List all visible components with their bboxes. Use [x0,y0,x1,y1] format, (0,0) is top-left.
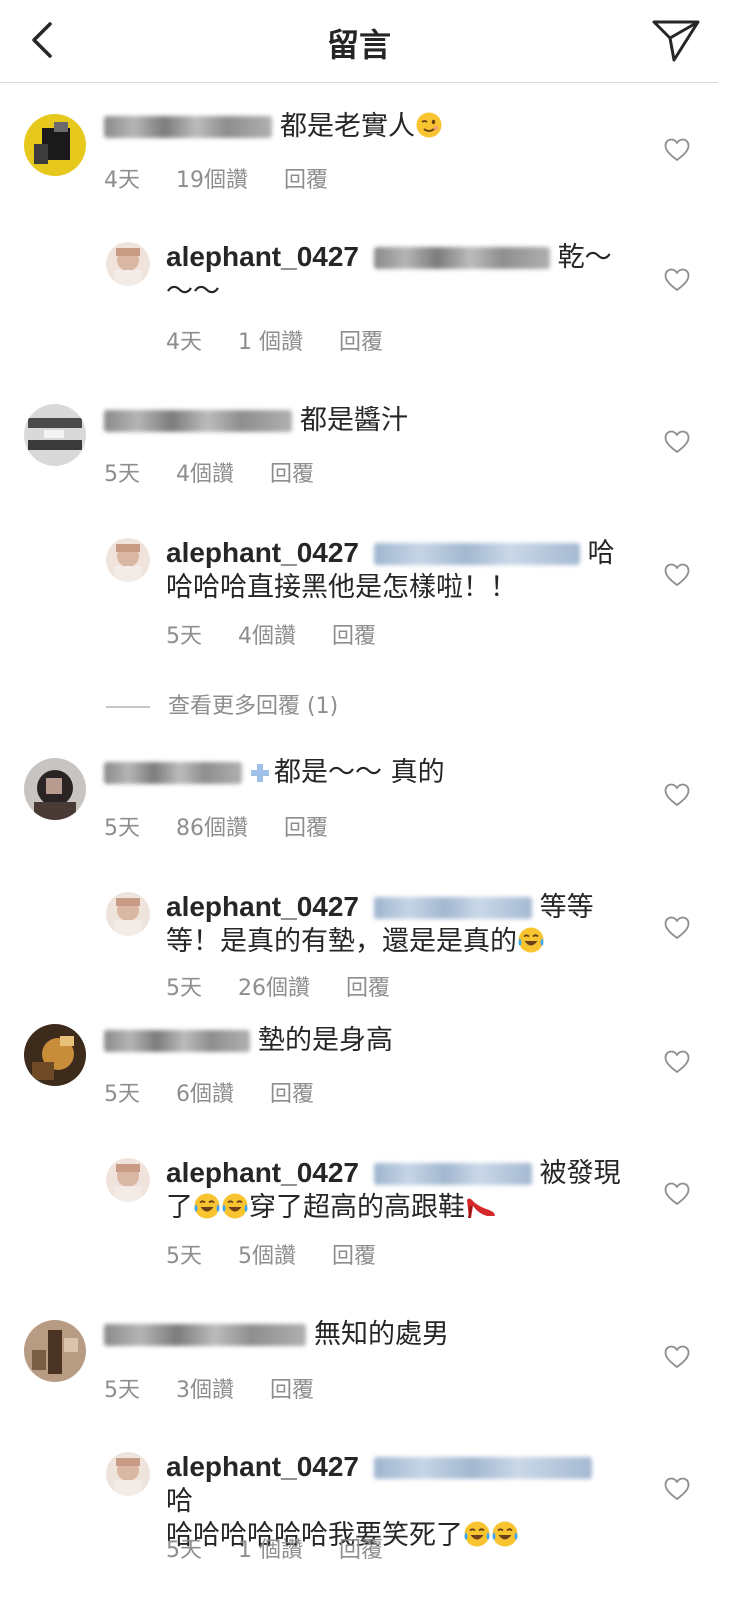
comment-age: 5天 [104,816,140,841]
blurred-username[interactable] [104,410,292,432]
comment-age: 5天 [166,976,202,1001]
avatar[interactable] [24,114,86,176]
reply-text: 哈哈哈直接黑他是怎樣啦！！ [166,572,517,603]
comment-age: 5天 [166,1538,202,1563]
heart-icon[interactable] [664,1345,690,1369]
blurred-mention[interactable] [373,1457,592,1479]
reply-username[interactable]: alephant_0427 [166,1451,359,1482]
like-count[interactable]: 1 個讚 [238,330,303,355]
laugh-cry-emoji [491,1520,519,1548]
reply-username[interactable]: alephant_0427 [166,891,359,922]
heart-icon[interactable] [664,138,690,162]
reply-button[interactable]: 回覆 [339,1538,383,1563]
like-count[interactable]: 5個讚 [238,1244,296,1269]
comment-text: 都是～～ 真的 [274,757,445,788]
reply-text: ～～ [166,276,220,307]
heart-icon[interactable] [664,1182,690,1206]
blurred-mention[interactable] [373,247,550,269]
avatar[interactable] [24,758,86,820]
avatar[interactable] [24,404,86,466]
comment-age: 5天 [166,1244,202,1269]
heart-icon[interactable] [664,268,690,292]
comment-age: 5天 [104,1378,140,1403]
reply-text: 等等 [539,892,594,923]
like-count[interactable]: 4個讚 [238,624,296,649]
reply-button[interactable]: 回覆 [346,976,390,1001]
reply-username[interactable]: alephant_0427 [166,1157,359,1188]
like-count[interactable]: 86個讚 [176,816,248,841]
avatar[interactable] [106,1452,150,1496]
blurred-mention[interactable] [373,543,580,565]
reply-text: 哈 [587,538,615,569]
top-bar: 留言 [0,0,718,83]
send-icon[interactable] [650,16,702,64]
plus-badge-icon [251,764,269,782]
reply-button[interactable]: 回覆 [332,624,376,649]
avatar[interactable] [106,242,150,286]
comment-age: 4天 [166,330,202,355]
avatar[interactable] [106,1158,150,1202]
comment-age: 5天 [166,624,202,649]
comment-age: 5天 [104,1082,140,1107]
divider [106,706,150,708]
reply-button[interactable]: 回覆 [270,1378,314,1403]
reply-text: 哈 [166,1486,193,1517]
blurred-username[interactable] [104,1324,306,1346]
blurred-mention[interactable] [373,897,532,919]
heart-icon[interactable] [664,563,690,587]
blurred-username[interactable] [104,1030,250,1052]
view-more-label[interactable]: 查看更多回覆 (1) [168,694,338,719]
reply-text: 等！是真的有墊，還是是真的 [166,926,517,957]
edge-strip [718,0,750,1608]
comment-text: 墊的是身高 [258,1025,393,1056]
laugh-cry-emoji [193,1192,221,1220]
like-count[interactable]: 3個讚 [176,1378,234,1403]
comment-age: 5天 [104,462,140,487]
reply-text: 了 [166,1192,193,1223]
avatar[interactable] [106,538,150,582]
blurred-mention[interactable] [373,1163,532,1185]
reply-button[interactable]: 回覆 [332,1244,376,1269]
like-count[interactable]: 19個讚 [176,168,248,193]
like-count[interactable]: 1 個讚 [238,1538,303,1563]
reply-text: 被發現 [539,1158,621,1189]
heart-icon[interactable] [664,1050,690,1074]
blurred-username[interactable] [104,116,272,138]
like-count[interactable]: 4個讚 [176,462,234,487]
reply-button[interactable]: 回覆 [270,1082,314,1107]
laugh-cry-emoji [221,1192,249,1220]
laugh-cry-emoji [517,926,545,954]
heart-icon[interactable] [664,430,690,454]
comment-text: 都是老實人 [280,111,415,142]
heart-icon[interactable] [664,916,690,940]
avatar[interactable] [24,1024,86,1086]
reply-button[interactable]: 回覆 [270,462,314,487]
heart-icon[interactable] [664,783,690,807]
reply-button[interactable]: 回覆 [284,816,328,841]
reply-username[interactable]: alephant_0427 [166,241,359,272]
reply-text: 乾～ [557,242,612,273]
high-heel-emoji [465,1192,497,1220]
laugh-cry-emoji [463,1520,491,1548]
reply-username[interactable]: alephant_0427 [166,537,359,568]
blurred-username[interactable] [104,762,242,784]
heart-icon[interactable] [664,1477,690,1501]
reply-button[interactable]: 回覆 [339,330,383,355]
comment-text: 無知的處男 [314,1319,449,1350]
comment-text: 都是醬汁 [300,405,408,436]
like-count[interactable]: 26個讚 [238,976,310,1001]
page-title: 留言 [326,26,391,64]
view-more-replies[interactable]: 查看更多回覆 (1) [106,688,338,720]
reply-text: 穿了超高的高跟鞋 [249,1192,465,1223]
reply-button[interactable]: 回覆 [284,168,328,193]
wink-emoji [415,111,443,139]
avatar[interactable] [24,1320,86,1382]
comment-age: 4天 [104,168,140,193]
like-count[interactable]: 6個讚 [176,1082,234,1107]
avatar[interactable] [106,892,150,936]
